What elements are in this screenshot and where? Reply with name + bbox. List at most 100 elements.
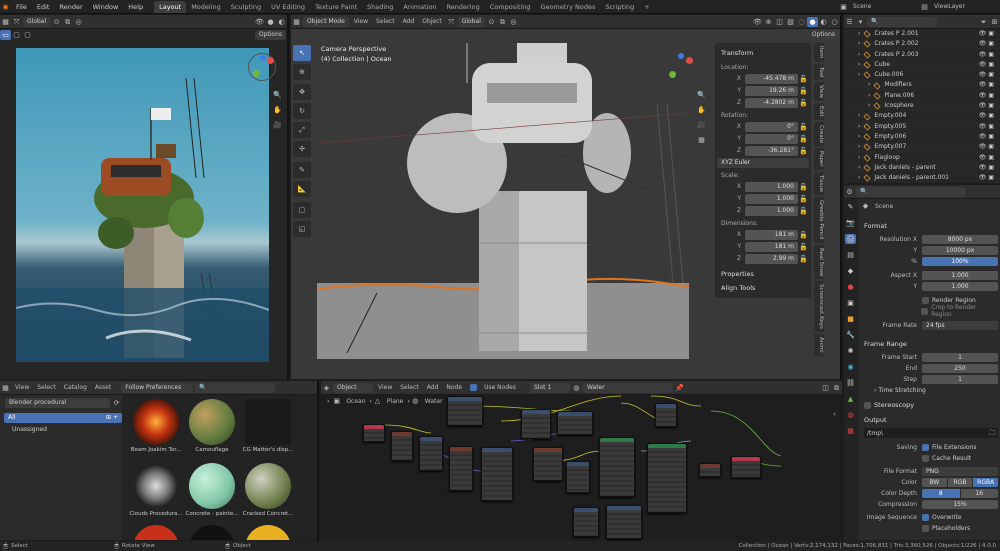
lock-icon[interactable]: 🔓 (798, 206, 809, 216)
expand-chevron-icon[interactable]: › (858, 173, 860, 183)
expand-chevron-icon[interactable]: › (868, 91, 870, 101)
shader-node[interactable] (566, 461, 590, 493)
viewport-menu-object[interactable]: Object (418, 18, 446, 25)
tab-modeling[interactable]: Modeling (186, 1, 226, 13)
asset-menu-view[interactable]: View (11, 384, 33, 391)
color-rgb-option[interactable]: RGB (947, 477, 973, 487)
expand-chevron-icon[interactable]: › (858, 39, 860, 49)
shader-node[interactable] (363, 424, 385, 442)
shader-node[interactable] (699, 463, 721, 477)
outliner-filter-icon[interactable]: ⏷ (978, 17, 989, 27)
vp-shading-material-icon[interactable]: ◐ (818, 17, 829, 27)
n-tab-tool[interactable]: Tool (814, 63, 824, 81)
outliner-item[interactable]: › Cube 👁 ▣ (844, 60, 1000, 70)
viewport-options-button[interactable]: Options (807, 30, 839, 40)
file-format-dropdown[interactable]: PNG (922, 466, 998, 476)
output-tab-icon[interactable]: 🖨 (845, 234, 856, 244)
asset-menu-asset[interactable]: Asset (91, 384, 115, 391)
color-depth-8-option[interactable]: 8 (922, 488, 960, 498)
select-mode-icon[interactable]: ▢ (11, 30, 22, 40)
editor-type-icon[interactable]: ▦ (0, 17, 11, 27)
tab-scripting[interactable]: Scripting (600, 1, 639, 13)
visibility-eye-icon[interactable]: 👁 ▣ (979, 111, 1000, 121)
lock-icon[interactable]: 🔓 (798, 182, 809, 192)
tab-texture-paint[interactable]: Texture Paint (310, 1, 362, 13)
stereoscopy-checkbox[interactable] (864, 401, 871, 409)
constraints-tab-icon[interactable]: ⛓ (845, 378, 856, 388)
shading-solid-icon[interactable]: ● (265, 17, 276, 27)
extra-tool-icon[interactable]: ◱ (293, 221, 311, 237)
visibility-eye-icon[interactable]: 👁 ▣ (979, 80, 1000, 90)
cursor-tool-icon[interactable]: ⊕ (293, 64, 311, 80)
n-tab-create[interactable]: Create (814, 121, 824, 147)
lock-icon[interactable]: 🔓 (798, 230, 809, 240)
expand-chevron-icon[interactable]: › (868, 101, 870, 111)
modifier-tab-icon[interactable]: 🔧 (845, 330, 856, 340)
blender-logo-icon[interactable]: ◉ (0, 2, 11, 12)
asset-item[interactable]: Cracked Concret... (240, 463, 296, 517)
follow-preferences-dropdown[interactable]: Follow Preferences (121, 382, 194, 393)
select-mode-2-icon[interactable]: ▢ (22, 30, 33, 40)
asset-editor-icon[interactable]: ▦ (0, 383, 11, 393)
visibility-icon[interactable]: 👁 (254, 17, 265, 27)
tab-rendering[interactable]: Rendering (442, 1, 485, 13)
outliner-item[interactable]: › Jack daniels - parent 👁 ▣ (844, 163, 1000, 173)
lock-icon[interactable]: 🔓 (798, 134, 809, 144)
visibility-eye-icon[interactable]: 👁 ▣ (979, 163, 1000, 173)
vp-shading-solid-icon[interactable]: ● (807, 16, 818, 27)
visibility-eye-icon[interactable]: 👁 ▣ (979, 132, 1000, 142)
lock-icon[interactable]: 🔓 (798, 242, 809, 252)
scale-x-field[interactable]: 1.000 (745, 181, 798, 192)
left-nav-gizmo[interactable] (248, 53, 276, 81)
data-tab-icon[interactable]: ▲ (845, 394, 856, 404)
n-tab-edit[interactable]: Edit (814, 103, 824, 120)
asset-item-partial[interactable] (240, 525, 296, 540)
vp-pan-icon[interactable]: ✋ (696, 105, 707, 115)
vp-xray-icon[interactable]: ▧ (785, 17, 796, 27)
visibility-eye-icon[interactable]: 👁 ▣ (979, 173, 1000, 183)
outliner-search-input[interactable]: 🔍 (867, 16, 937, 27)
node-sidebar-toggle-icon[interactable]: ‹ (829, 409, 840, 419)
menu-help[interactable]: Help (123, 0, 148, 14)
render-tab-icon[interactable]: 📷 (845, 218, 856, 228)
expand-chevron-icon[interactable]: › (858, 29, 860, 39)
properties-editor-icon[interactable]: ⚙ (844, 187, 855, 197)
outliner-item[interactable]: › Empty.005 👁 ▣ (844, 122, 1000, 132)
n-tab-paper[interactable]: Paper (814, 148, 824, 170)
location-y-field[interactable]: 19.26 m (745, 85, 798, 96)
lock-icon[interactable]: 🔓 (798, 194, 809, 204)
asset-menu-select[interactable]: Select (33, 384, 60, 391)
asset-item-partial[interactable] (128, 525, 184, 540)
shader-node[interactable] (599, 437, 635, 497)
material-tab-icon[interactable]: ◍ (845, 410, 856, 420)
visibility-eye-icon[interactable]: 👁 ▣ (979, 29, 1000, 39)
vp-snap-icon[interactable]: ⧉ (497, 17, 508, 27)
add-cube-tool-icon[interactable]: ▢ (293, 202, 311, 218)
expand-chevron-icon[interactable]: › (858, 111, 860, 121)
frame-step-field[interactable]: 1 (922, 374, 998, 384)
viewport-menu-select[interactable]: Select (372, 18, 399, 25)
tab-animation[interactable]: Animation (398, 1, 441, 13)
vp-pivot-icon[interactable]: ⊙ (486, 17, 497, 27)
visibility-eye-icon[interactable]: 👁 ▣ (979, 122, 1000, 132)
shader-node[interactable] (533, 447, 563, 481)
vp-gizmo-toggle-icon[interactable]: ⊕ (763, 17, 774, 27)
proportional-icon[interactable]: ◎ (73, 17, 84, 27)
frame-start-field[interactable]: 1 (922, 352, 998, 362)
asset-item[interactable]: Concrete - painte... (184, 463, 240, 517)
stereoscopy-panel-header[interactable]: Stereoscopy (860, 399, 998, 411)
shader-node[interactable] (521, 409, 551, 439)
vp-grid-icon[interactable]: ▦ (696, 135, 707, 145)
n-tab-tissue[interactable]: Tissue (814, 171, 824, 196)
shader-node[interactable] (481, 447, 513, 501)
lock-icon[interactable]: 🔓 (798, 86, 809, 96)
annotate-tool-icon[interactable]: ✎ (293, 162, 311, 178)
outliner-item[interactable]: › Flagloop 👁 ▣ (844, 152, 1000, 163)
viewport-menu-view[interactable]: View (350, 18, 372, 25)
tab-layout[interactable]: Layout (154, 1, 187, 13)
material-output-node[interactable] (731, 456, 761, 478)
asset-item[interactable]: Camouflage (184, 399, 240, 453)
overwrite-checkbox[interactable] (922, 513, 929, 521)
visibility-eye-icon[interactable]: 👁 ▣ (979, 153, 1000, 163)
align-tools-section-header[interactable]: Align Tools (717, 282, 809, 294)
